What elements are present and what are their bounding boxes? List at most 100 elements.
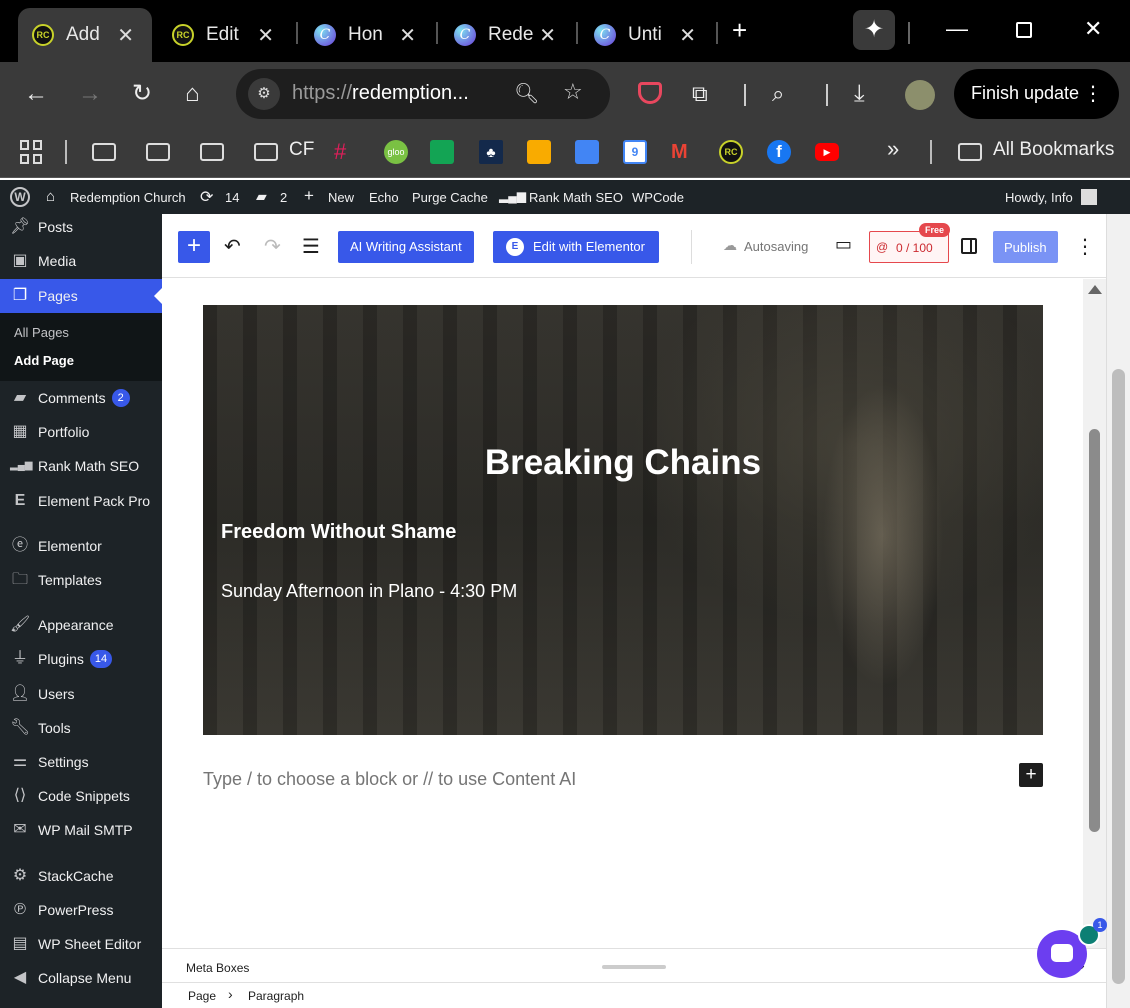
site-settings-icon[interactable]: ⚙: [248, 78, 280, 110]
address-bar[interactable]: ⚙ https://redemption... 🔍︎ ☆: [236, 69, 610, 119]
new-content-link[interactable]: New: [328, 190, 354, 205]
updates-icon[interactable]: ⟳: [200, 187, 213, 207]
maximize-icon[interactable]: [1016, 22, 1032, 38]
finish-update-button[interactable]: Finish update ⋮: [954, 69, 1119, 119]
browser-tab-home[interactable]: C Hon ✕: [300, 10, 434, 60]
forward-icon[interactable]: →: [78, 80, 102, 108]
close-icon[interactable]: ✕: [679, 23, 696, 48]
minimize-icon[interactable]: —: [946, 16, 968, 42]
home-icon[interactable]: ⌂: [185, 80, 200, 108]
window-close-icon[interactable]: ✕: [1084, 16, 1102, 42]
menu-tools[interactable]: 🔧︎ Tools: [0, 711, 162, 745]
cover-block[interactable]: Breaking Chains Freedom Without Shame Su…: [203, 305, 1043, 735]
menu-users[interactable]: 👤︎ Users: [0, 677, 162, 711]
purge-cache-link[interactable]: Purge Cache: [412, 190, 488, 205]
echo-link[interactable]: Echo: [369, 190, 399, 205]
plus-icon[interactable]: +: [304, 186, 314, 206]
comment-bubble-icon[interactable]: ▰: [256, 188, 267, 205]
block-inserter-button[interactable]: +: [178, 231, 210, 263]
menu-media[interactable]: ▣ Media: [0, 244, 162, 278]
menu-elementor[interactable]: ⓔ Elementor: [0, 529, 162, 563]
new-tab-icon[interactable]: +: [732, 15, 747, 46]
menu-wp-mail-smtp[interactable]: ✉ WP Mail SMTP: [0, 813, 162, 847]
content-ai-counter[interactable]: @ 0 / 100 Free: [869, 223, 950, 263]
close-icon[interactable]: ✕: [399, 23, 416, 48]
extensions-icon[interactable]: ⧉: [692, 80, 708, 108]
rc-logo-icon[interactable]: RC: [719, 140, 743, 164]
gemini-sparkle-icon[interactable]: ✦: [853, 10, 895, 50]
pocket-icon[interactable]: [638, 82, 662, 104]
document-overview-icon[interactable]: ☰: [302, 234, 320, 259]
page-scrollbar[interactable]: [1106, 214, 1130, 1008]
menu-posts[interactable]: 📌︎ Posts: [0, 210, 162, 244]
meta-boxes-panel[interactable]: Meta Boxes ⌄: [162, 948, 1106, 982]
folder-icon[interactable]: [146, 143, 170, 161]
browser-tab-untitled[interactable]: C Unti ✕: [580, 10, 714, 60]
bookmark-star-icon[interactable]: ☆: [563, 79, 583, 105]
submenu-add-page[interactable]: Add Page: [14, 353, 74, 368]
ai-writing-assistant-button[interactable]: AI Writing Assistant: [338, 231, 474, 263]
undo-icon[interactable]: ↶: [224, 234, 241, 259]
wpcode-link[interactable]: WPCode: [632, 190, 684, 205]
folder-icon[interactable]: [958, 143, 982, 161]
bookmarks-overflow-icon[interactable]: »: [887, 136, 899, 162]
site-name-link[interactable]: Redemption Church: [70, 190, 186, 205]
rank-math-link[interactable]: Rank Math SEO: [529, 190, 623, 205]
menu-powerpress[interactable]: ℗ PowerPress: [0, 893, 162, 927]
search-tabs-icon[interactable]: ⌕: [772, 80, 784, 108]
menu-code-snippets[interactable]: ⟨⟩ Code Snippets: [0, 779, 162, 813]
add-block-button[interactable]: +: [1019, 763, 1043, 787]
menu-portfolio[interactable]: ▦ Portfolio: [0, 415, 162, 449]
browser-tab-add[interactable]: RC Add ✕: [18, 8, 152, 62]
sheets-shortcut-icon[interactable]: [430, 140, 454, 164]
calendar-icon[interactable]: 9: [623, 140, 647, 164]
howdy-link[interactable]: Howdy, Info: [1005, 190, 1073, 205]
slack-icon[interactable]: #: [334, 140, 358, 164]
url-text[interactable]: https://redemption...: [292, 82, 492, 105]
bookmark-cf[interactable]: CF: [289, 139, 314, 161]
close-icon[interactable]: ✕: [117, 23, 134, 48]
folder-icon[interactable]: [254, 143, 278, 161]
submenu-all-pages[interactable]: All Pages: [14, 325, 69, 340]
menu-comments[interactable]: ▰ Comments 2: [0, 381, 162, 415]
breadcrumb-paragraph[interactable]: Paragraph: [248, 989, 304, 1003]
gmail-icon[interactable]: M: [671, 140, 695, 164]
close-icon[interactable]: ✕: [539, 23, 556, 48]
menu-pages[interactable]: ❐ Pages: [0, 279, 162, 313]
empty-paragraph-placeholder[interactable]: Type / to choose a block or // to use Co…: [203, 769, 576, 790]
redo-icon[interactable]: ↷: [264, 234, 281, 259]
folder-icon[interactable]: [200, 143, 224, 161]
profile-avatar[interactable]: [905, 80, 935, 110]
wordpress-logo-icon[interactable]: W: [10, 187, 30, 207]
user-avatar[interactable]: [1081, 189, 1097, 205]
edit-with-elementor-button[interactable]: E Edit with Elementor: [493, 231, 659, 263]
docs-icon[interactable]: [575, 140, 599, 164]
menu-templates[interactable]: 🗀 Templates: [0, 563, 162, 597]
browser-tab-edit[interactable]: RC Edit ✕: [158, 10, 292, 60]
updates-count[interactable]: 14: [225, 190, 239, 205]
menu-wp-sheet-editor[interactable]: ▤ WP Sheet Editor: [0, 927, 162, 961]
cover-heading[interactable]: Breaking Chains: [203, 443, 1043, 483]
all-bookmarks[interactable]: All Bookmarks: [993, 139, 1114, 161]
more-vert-icon[interactable]: ⋮: [1083, 81, 1103, 106]
rank-math-icon[interactable]: ▂▄▆: [499, 189, 526, 203]
menu-element-pack[interactable]: E Element Pack Pro: [0, 484, 162, 518]
scroll-up-icon[interactable]: [1088, 285, 1102, 294]
cover-subheading[interactable]: Freedom Without Shame: [221, 521, 456, 544]
keep-icon[interactable]: [527, 140, 551, 164]
menu-settings[interactable]: ⚌ Settings: [0, 745, 162, 779]
youtube-icon[interactable]: ▶: [815, 143, 839, 161]
zoom-icon[interactable]: 🔍︎: [514, 81, 539, 106]
close-icon[interactable]: ✕: [257, 23, 274, 48]
menu-plugins[interactable]: ⏚ Plugins 14: [0, 642, 162, 676]
facebook-icon[interactable]: f: [767, 140, 791, 164]
preview-desktop-icon[interactable]: ▭: [835, 234, 852, 255]
settings-sidebar-icon[interactable]: [961, 238, 977, 254]
canvas-scroll-thumb[interactable]: [1089, 429, 1100, 832]
menu-appearance[interactable]: 🖌︎ Appearance: [0, 608, 162, 642]
apps-grid-icon[interactable]: [20, 140, 44, 164]
menu-stackcache[interactable]: ⚙ StackCache: [0, 859, 162, 893]
comments-count[interactable]: 2: [280, 190, 287, 205]
options-menu-icon[interactable]: ⋮: [1075, 234, 1095, 259]
resize-handle[interactable]: [602, 965, 666, 969]
